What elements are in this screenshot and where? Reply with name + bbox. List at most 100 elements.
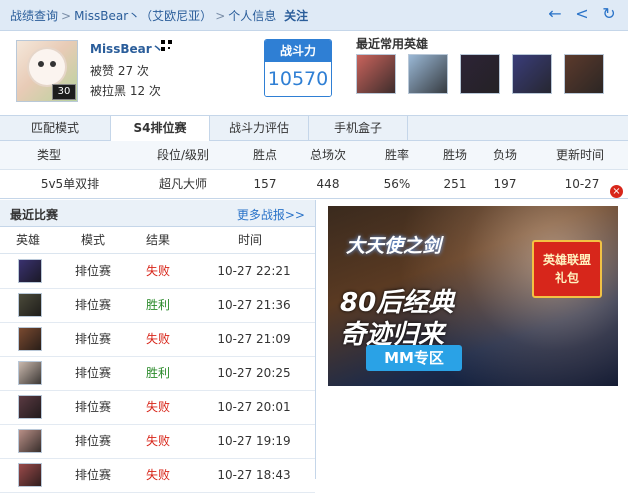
tab-normal[interactable]: 匹配模式	[0, 116, 111, 140]
match-row[interactable]: 排位赛 失败 10-27 20:01	[0, 390, 315, 425]
match-time: 10-27 19:19	[217, 434, 291, 448]
top-actions: ← < ↻	[537, 5, 618, 23]
match-time: 10-27 20:01	[217, 400, 291, 414]
match-mode: 排位赛	[74, 400, 111, 414]
match-mode: 排位赛	[74, 434, 111, 448]
col-mode: 模式	[80, 233, 105, 247]
tab-power-eval[interactable]: 战斗力评估	[210, 116, 309, 140]
hero-icon	[18, 361, 42, 385]
stat-wins: 251	[443, 177, 467, 191]
power-value: 10570	[265, 62, 331, 96]
match-time: 10-27 20:25	[217, 366, 291, 380]
hero-icon	[18, 429, 42, 453]
col-result: 结果	[145, 233, 170, 247]
power-label: 战斗力	[265, 40, 331, 62]
gift-line-1: 英雄联盟	[542, 253, 591, 267]
stats-row: 5v5单双排 超凡大师 157 448 56% 251 197 10-27 22…	[0, 170, 628, 219]
match-row[interactable]: 排位赛 失败 10-27 18:43	[0, 458, 315, 493]
hero-icon[interactable]	[408, 54, 448, 94]
col-updated: 更新时间	[555, 148, 604, 162]
hero-icon[interactable]	[460, 54, 500, 94]
stat-updated: 10-27 22:21	[564, 177, 600, 219]
match-result: 失败	[145, 332, 170, 346]
blacklist-count: 被拉黑 12 次	[90, 84, 161, 98]
follow-link[interactable]: 关注	[284, 9, 308, 23]
col-hero: 英雄	[15, 233, 40, 247]
qr-code-icon[interactable]	[161, 40, 172, 51]
match-result: 失败	[145, 468, 170, 482]
ad-mm-button[interactable]: MM专区	[366, 345, 462, 371]
gift-line-2: 礼包	[554, 271, 579, 285]
match-time: 10-27 18:43	[217, 468, 291, 482]
tab-mobile-box[interactable]: 手机盒子	[309, 116, 408, 140]
match-result: 失败	[145, 434, 170, 448]
match-row[interactable]: 排位赛 失败 10-27 22:21	[0, 254, 315, 289]
stat-losses: 197	[493, 177, 517, 191]
recent-columns: 英雄 模式 结果 时间	[0, 227, 315, 254]
hero-icon	[18, 395, 42, 419]
back-arrow-icon[interactable]: ←	[546, 5, 564, 23]
col-total: 总场次	[309, 148, 346, 162]
breadcrumb-item-player[interactable]: MissBear丶（艾欧尼亚）	[74, 9, 212, 23]
stat-total: 448	[316, 177, 340, 191]
stat-rank: 超凡大师	[158, 177, 207, 191]
more-reports-link[interactable]: 更多战报>>	[237, 206, 305, 223]
ad-banner[interactable]: 大天使之剑 80后经典 奇迹归来 MM专区 英雄联盟 礼包	[328, 206, 618, 386]
breadcrumb-separator: >	[215, 9, 226, 23]
breadcrumb-item-profile[interactable]: 个人信息	[228, 9, 276, 23]
match-mode: 排位赛	[74, 468, 111, 482]
stat-type: 5v5单双排	[40, 177, 100, 191]
player-name[interactable]: MissBear丶	[90, 40, 164, 57]
hero-icon[interactable]	[564, 54, 604, 94]
match-row[interactable]: 排位赛 胜利 10-27 20:25	[0, 356, 315, 391]
breadcrumb: 战绩查询 > MissBear丶（艾欧尼亚） > 个人信息 关注	[10, 7, 308, 24]
match-result: 胜利	[145, 366, 170, 380]
match-row[interactable]: 排位赛 失败 10-27 19:19	[0, 424, 315, 459]
col-type: 类型	[36, 148, 61, 162]
stat-winrate: 56%	[383, 177, 411, 191]
col-losses: 负场	[492, 148, 517, 162]
level-badge: 30	[52, 84, 76, 100]
col-wins: 胜场	[442, 148, 467, 162]
frequent-heroes-title: 最近常用英雄	[356, 37, 429, 51]
mode-tabs: 匹配模式 S4排位赛 战斗力评估 手机盒子	[0, 115, 628, 141]
match-mode: 排位赛	[74, 366, 111, 380]
hero-icon	[18, 293, 42, 317]
breadcrumb-item-record[interactable]: 战绩查询	[10, 9, 58, 23]
refresh-icon[interactable]: ↻	[600, 5, 618, 23]
match-result: 失败	[145, 400, 170, 414]
recent-title: 最近比赛	[10, 208, 59, 222]
match-result: 胜利	[145, 298, 170, 312]
hero-icon[interactable]	[512, 54, 552, 94]
share-icon[interactable]: <	[573, 5, 591, 23]
col-lp: 胜点	[252, 148, 277, 162]
tab-s4-ranked[interactable]: S4排位赛	[111, 116, 210, 141]
stats-header: 类型 段位/级别 胜点 总场次 胜率 胜场 负场 更新时间	[0, 141, 628, 170]
likes-count: 被赞 27 次	[90, 64, 149, 78]
match-time: 10-27 21:09	[217, 332, 291, 346]
hero-icon[interactable]	[356, 54, 396, 94]
power-score-box: 战斗力 10570	[264, 39, 332, 97]
match-result: 失败	[145, 264, 170, 278]
col-winrate: 胜率	[384, 148, 409, 162]
hero-icon	[18, 259, 42, 283]
match-row[interactable]: 排位赛 胜利 10-27 21:36	[0, 288, 315, 323]
recent-header: 最近比赛 更多战报>>	[0, 200, 315, 227]
match-mode: 排位赛	[74, 264, 111, 278]
breadcrumb-separator: >	[61, 9, 72, 23]
ad-game-title: 大天使之剑	[346, 235, 442, 257]
recent-matches-panel: 最近比赛 更多战报>> 英雄 模式 结果 时间 排位赛 失败 10-27 22:21…	[0, 200, 316, 493]
close-icon[interactable]: ×	[610, 185, 623, 198]
match-row[interactable]: 排位赛 失败 10-27 21:09	[0, 322, 315, 357]
match-mode: 排位赛	[74, 298, 111, 312]
profile-panel: 30 MissBear丶 被赞 27 次 被拉黑 12 次 战斗力 10570 …	[0, 31, 628, 115]
avatar: 30	[16, 40, 78, 102]
stat-lp: 157	[253, 177, 277, 191]
ad-gift-box[interactable]: 英雄联盟 礼包	[532, 240, 602, 298]
match-time: 10-27 21:36	[217, 298, 291, 312]
hero-icon	[18, 463, 42, 487]
top-bar: 战绩查询 > MissBear丶（艾欧尼亚） > 个人信息 关注 ← < ↻	[0, 0, 628, 31]
col-time: 时间	[237, 233, 262, 247]
col-rank: 段位/级别	[156, 148, 210, 162]
match-mode: 排位赛	[74, 332, 111, 346]
